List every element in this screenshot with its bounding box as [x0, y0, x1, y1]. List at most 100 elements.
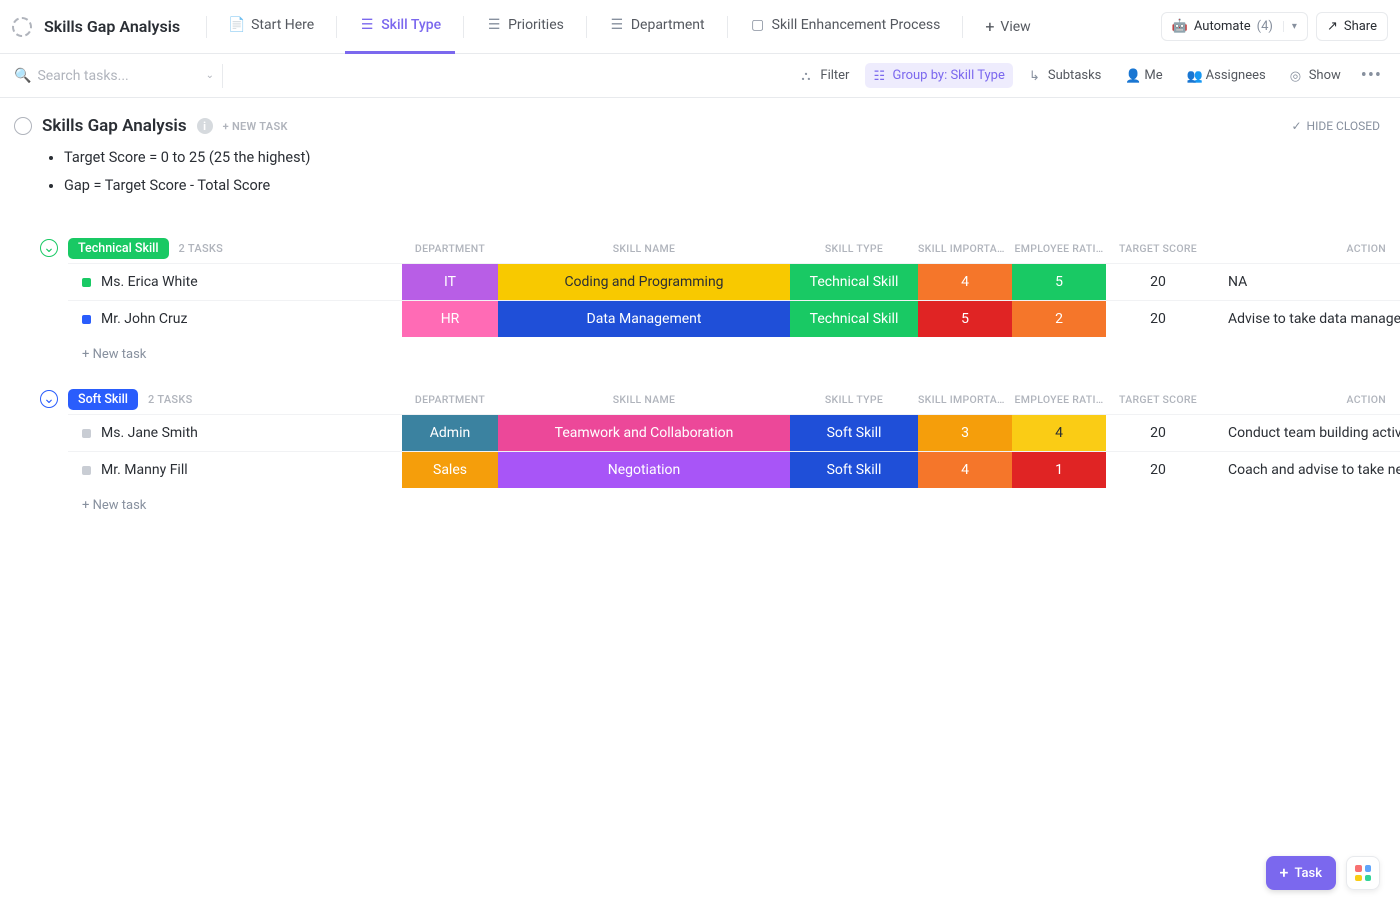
rows: Ms. Jane SmithAdminTeamwork and Collabor…: [14, 414, 1400, 513]
tab-enhancement[interactable]: ▢ Skill Enhancement Process: [736, 0, 955, 54]
cell-skill[interactable]: Teamwork and Collaboration: [498, 415, 790, 451]
cell-imp[interactable]: 5: [918, 301, 1012, 337]
cell-target[interactable]: 20: [1106, 452, 1210, 488]
status-square-icon[interactable]: [82, 429, 91, 438]
column-header-imp[interactable]: SKILL IMPORTAN…: [918, 393, 1012, 406]
column-header-dept[interactable]: DEPARTMENT: [402, 242, 498, 255]
group-icon: ☷: [873, 69, 887, 83]
cell-type[interactable]: Technical Skill: [790, 264, 918, 300]
column-header-type[interactable]: SKILL TYPE: [790, 242, 918, 255]
cell-dept[interactable]: Sales: [402, 452, 498, 488]
column-header-dept[interactable]: DEPARTMENT: [402, 393, 498, 406]
show-button[interactable]: ◎ Show: [1282, 63, 1349, 88]
more-button[interactable]: •••: [1357, 65, 1386, 86]
table-row[interactable]: Mr. Manny FillSalesNegotiationSoft Skill…: [68, 451, 1400, 488]
cell-emp[interactable]: 2: [1012, 301, 1106, 337]
column-header-target[interactable]: TARGET SCORE: [1106, 393, 1210, 406]
task-name-cell[interactable]: Mr. John Cruz: [68, 301, 402, 337]
column-header-skill[interactable]: SKILL NAME: [498, 242, 790, 255]
list-icon: ☰: [609, 17, 625, 33]
info-icon[interactable]: i: [197, 118, 213, 134]
search-wrap[interactable]: 🔍 ⌄: [14, 68, 214, 84]
cell-emp[interactable]: 1: [1012, 452, 1106, 488]
group-badge[interactable]: Technical Skill: [68, 238, 169, 259]
page-title: Skills Gap Analysis: [44, 17, 180, 36]
task-name-cell[interactable]: Ms. Erica White: [68, 264, 402, 300]
tab-department[interactable]: ☰ Department: [595, 0, 719, 54]
task-name-cell[interactable]: Ms. Jane Smith: [68, 415, 402, 451]
loading-icon: [12, 17, 32, 37]
search-input[interactable]: [37, 68, 177, 84]
cell-imp[interactable]: 4: [918, 452, 1012, 488]
cell-skill[interactable]: Negotiation: [498, 452, 790, 488]
cell-target[interactable]: 20: [1106, 264, 1210, 300]
column-header-action[interactable]: ACTION: [1210, 393, 1400, 406]
cell-target[interactable]: 20: [1106, 301, 1210, 337]
me-label: Me: [1144, 68, 1162, 83]
table-row[interactable]: Mr. John CruzHRData ManagementTechnical …: [68, 300, 1400, 337]
list-title: Skills Gap Analysis: [42, 116, 187, 136]
column-header-skill[interactable]: SKILL NAME: [498, 393, 790, 406]
group-badge[interactable]: Soft Skill: [68, 389, 138, 410]
cell-action[interactable]: Advise to take data management c: [1210, 301, 1400, 337]
cell-dept[interactable]: Admin: [402, 415, 498, 451]
cell-skill[interactable]: Coding and Programming: [498, 264, 790, 300]
cell-emp[interactable]: 4: [1012, 415, 1106, 451]
groupby-button[interactable]: ☷ Group by: Skill Type: [865, 63, 1012, 88]
add-task-button[interactable]: + New task: [68, 337, 1400, 362]
column-header-imp[interactable]: SKILL IMPORTAN…: [918, 242, 1012, 255]
subtasks-button[interactable]: ↳ Subtasks: [1021, 63, 1110, 88]
chevron-down-icon[interactable]: ▾: [1283, 21, 1297, 32]
cell-imp[interactable]: 4: [918, 264, 1012, 300]
cell-action[interactable]: NA: [1210, 264, 1400, 300]
collapse-icon[interactable]: ⌄: [40, 239, 58, 257]
table-row[interactable]: Ms. Jane SmithAdminTeamwork and Collabor…: [68, 414, 1400, 451]
add-view-button[interactable]: + View: [971, 19, 1044, 35]
collapse-icon[interactable]: ⌄: [40, 390, 58, 408]
new-task-fab[interactable]: + Task: [1266, 856, 1336, 890]
tab-start-here[interactable]: 📄 Start Here: [215, 0, 328, 54]
hide-closed-button[interactable]: ✓ HIDE CLOSED: [1291, 119, 1380, 133]
me-button[interactable]: 👤 Me: [1117, 63, 1170, 88]
new-task-button[interactable]: + NEW TASK: [223, 120, 288, 133]
tab-priorities[interactable]: ☰ Priorities: [472, 0, 578, 54]
task-name-cell[interactable]: Mr. Manny Fill: [68, 452, 402, 488]
filter-button[interactable]: ⛬ Filter: [793, 63, 857, 88]
cell-dept[interactable]: HR: [402, 301, 498, 337]
status-circle-icon[interactable]: [14, 117, 32, 135]
person-icon: 👤: [1125, 69, 1139, 83]
column-header-target[interactable]: TARGET SCORE: [1106, 242, 1210, 255]
group-header: ⌄Technical Skill2 TASKSDEPARTMENTSKILL N…: [14, 233, 1400, 263]
cell-emp[interactable]: 5: [1012, 264, 1106, 300]
cell-skill[interactable]: Data Management: [498, 301, 790, 337]
status-square-icon[interactable]: [82, 278, 91, 287]
cell-target[interactable]: 20: [1106, 415, 1210, 451]
status-square-icon[interactable]: [82, 466, 91, 475]
cell-action[interactable]: Coach and advise to take negotiati: [1210, 452, 1400, 488]
fab-wrap: + Task: [1266, 856, 1380, 890]
content-area: Skills Gap Analysis i + NEW TASK ✓ HIDE …: [0, 98, 1400, 513]
apps-button[interactable]: [1346, 856, 1380, 890]
fab-label: Task: [1294, 866, 1322, 881]
status-square-icon[interactable]: [82, 315, 91, 324]
share-button[interactable]: ↗ Share: [1316, 12, 1388, 41]
tab-skill-type[interactable]: ☰ Skill Type: [345, 0, 455, 54]
separator: [463, 16, 464, 38]
cell-type[interactable]: Technical Skill: [790, 301, 918, 337]
automate-button[interactable]: 🤖 Automate (4) ▾: [1161, 12, 1308, 41]
cell-type[interactable]: Soft Skill: [790, 415, 918, 451]
chevron-down-icon[interactable]: ⌄: [206, 70, 214, 81]
cell-action[interactable]: Conduct team building activities.: [1210, 415, 1400, 451]
column-header-emp[interactable]: EMPLOYEE RATI…: [1012, 393, 1106, 406]
toolbar: 🔍 ⌄ ⛬ Filter ☷ Group by: Skill Type ↳ Su…: [0, 54, 1400, 98]
column-header-type[interactable]: SKILL TYPE: [790, 393, 918, 406]
table-row[interactable]: Ms. Erica WhiteITCoding and ProgrammingT…: [68, 263, 1400, 300]
assignees-button[interactable]: 👥 Assignees: [1179, 63, 1274, 88]
cell-dept[interactable]: IT: [402, 264, 498, 300]
cell-type[interactable]: Soft Skill: [790, 452, 918, 488]
add-task-button[interactable]: + New task: [68, 488, 1400, 513]
column-header-action[interactable]: ACTION: [1210, 242, 1400, 255]
column-header-emp[interactable]: EMPLOYEE RATI…: [1012, 242, 1106, 255]
add-view-label: View: [1000, 19, 1030, 35]
cell-imp[interactable]: 3: [918, 415, 1012, 451]
